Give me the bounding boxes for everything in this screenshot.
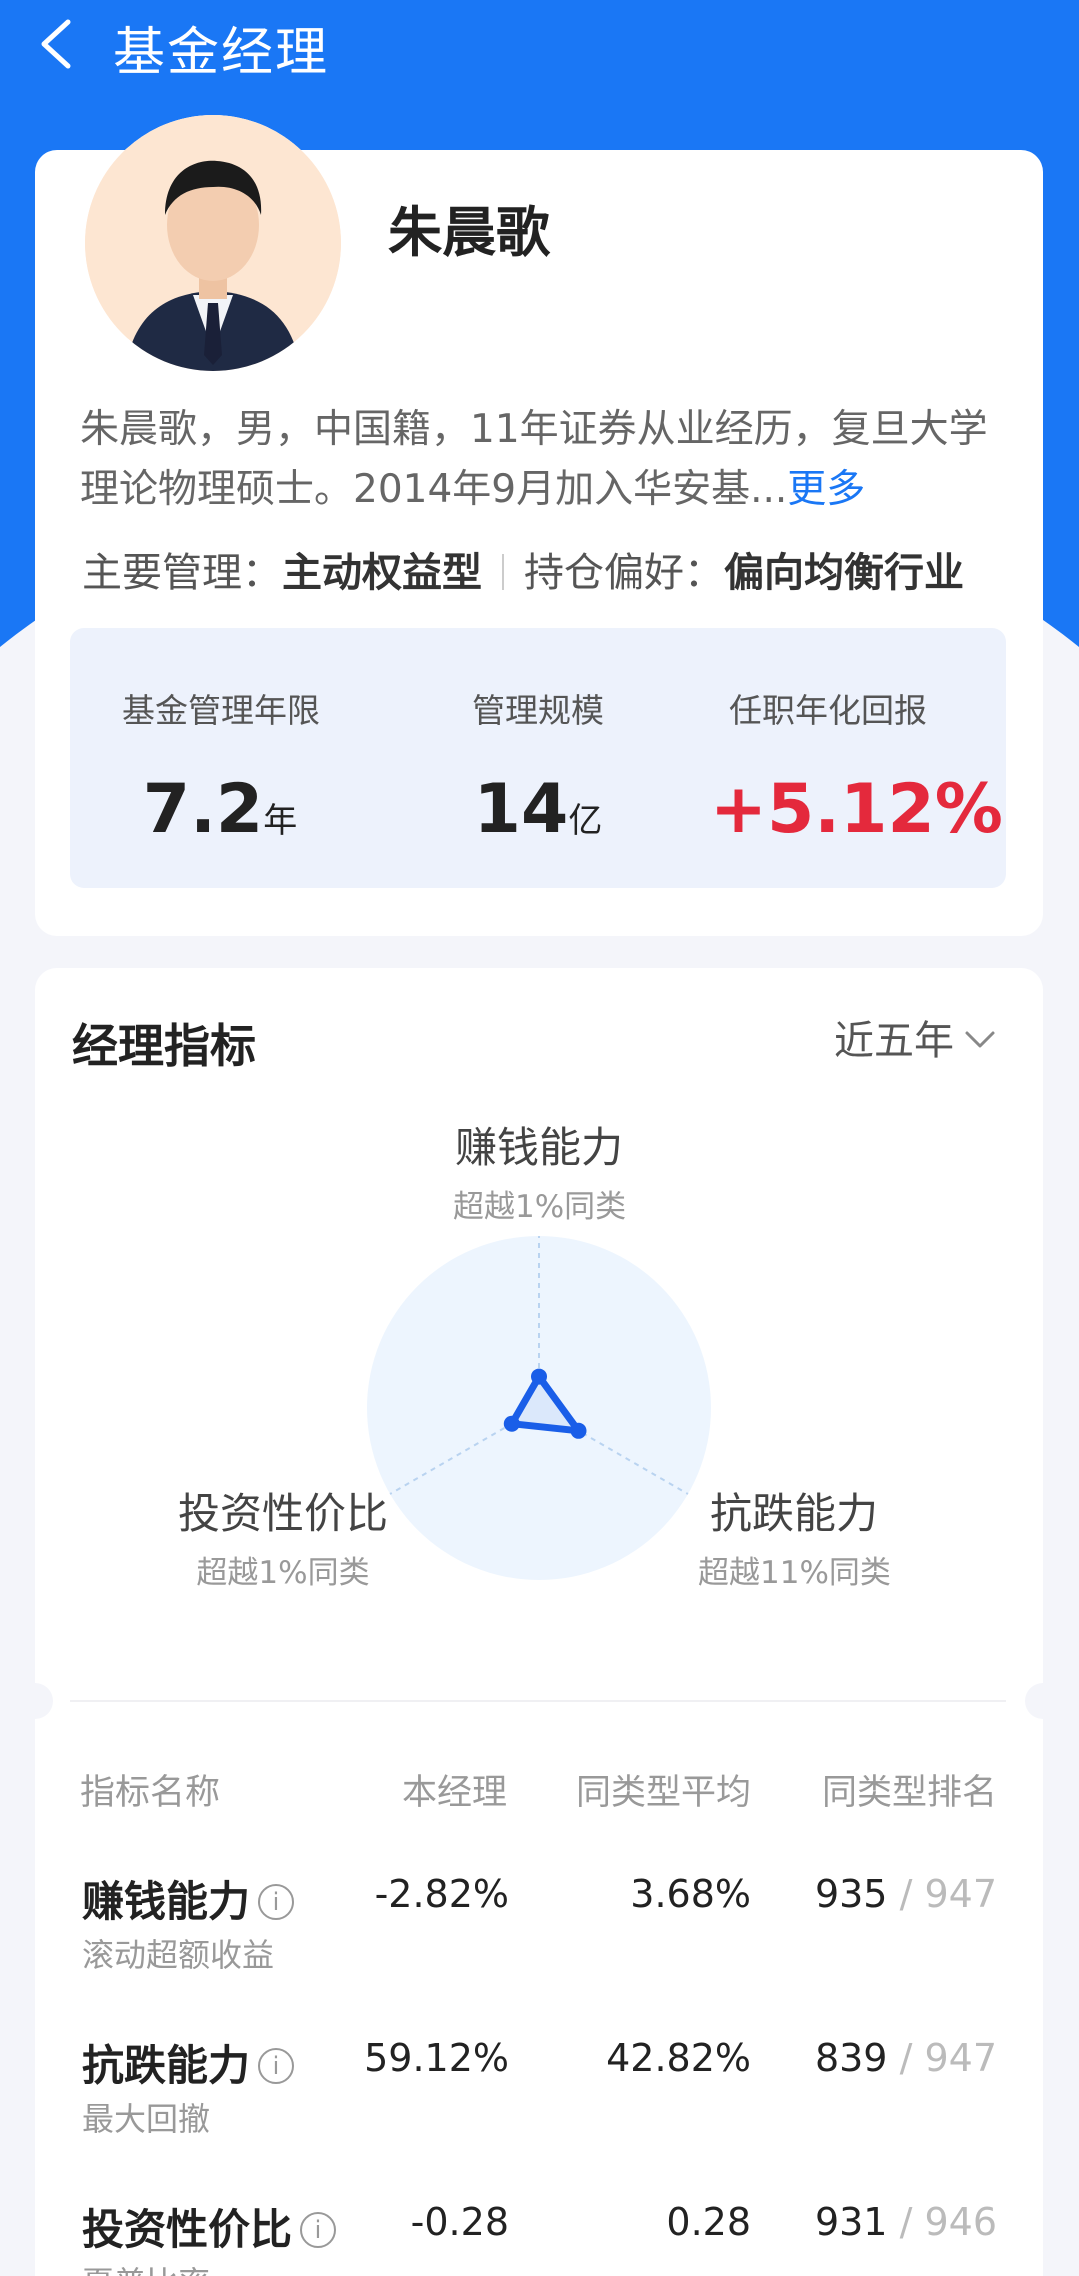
stat-unit: 亿 <box>568 801 603 841</box>
radar-axis-name: 抗跌能力 <box>709 1489 878 1538</box>
manager-photo <box>85 115 341 371</box>
cell-avg: 0.28 <box>666 2200 751 2244</box>
period-dropdown[interactable]: 近五年 <box>834 1008 996 1066</box>
radar-label-value: 投资性价比 超越1%同类 <box>172 1480 394 1592</box>
page-title: 基金经理 <box>113 23 330 83</box>
cell-rank: 839 / 947 <box>815 2036 997 2080</box>
row-title-text: 赚钱能力 <box>82 1877 251 1926</box>
preference-label: 持仓偏好： <box>524 550 724 596</box>
stat-label: 基金管理年限 <box>122 691 320 730</box>
rank-total: / 947 <box>899 1872 997 1916</box>
radar-axis-name: 赚钱能力 <box>454 1123 623 1172</box>
avatar <box>85 115 341 371</box>
row-title-text: 投资性价比 <box>82 2205 293 2254</box>
radar-axis-sub: 超越1%同类 <box>196 1555 370 1591</box>
stat-value: 7.2年 <box>122 770 318 849</box>
period-label: 近五年 <box>834 1018 954 1064</box>
rank-value: 931 <box>814 2200 888 2244</box>
manager-bio: 朱晨歌，男，中国籍，11年证券从业经历，复旦大学理论物理硕士。2014年9月加入… <box>80 400 1020 520</box>
row-title: 投资性价比 i <box>82 2196 337 2257</box>
stat-scale: 管理规模 14亿 <box>468 684 608 849</box>
col-header-rank: 同类型排名 <box>822 1773 998 1813</box>
radar-point <box>503 1415 520 1432</box>
stat-tenure: 基金管理年限 7.2年 <box>122 684 320 849</box>
rank-total: / 947 <box>899 2036 997 2080</box>
rank-total: / 946 <box>899 2200 997 2244</box>
stat-number: +5.12% <box>710 770 1003 849</box>
radar-axis-name: 投资性价比 <box>177 1489 388 1538</box>
main-manage-label: 主要管理： <box>82 550 282 596</box>
stat-number: 7.2 <box>142 770 264 849</box>
stat-label: 任职年化回报 <box>729 691 927 730</box>
card-notch-right <box>1025 1683 1061 1719</box>
stat-unit: 年 <box>263 801 298 841</box>
section-divider <box>70 1700 1006 1702</box>
cell-mine: -0.28 <box>410 2200 509 2244</box>
stat-label: 管理规模 <box>472 691 604 730</box>
row-title: 抗跌能力 i <box>82 2032 295 2093</box>
radar-label-drawdown: 抗跌能力 超越11%同类 <box>698 1480 891 1592</box>
rank-value: 935 <box>814 1872 888 1916</box>
chevron-down-icon <box>965 1031 995 1048</box>
radar-point <box>531 1368 547 1385</box>
preference-value: 偏向均衡行业 <box>724 550 964 596</box>
info-icon[interactable]: i <box>258 1884 295 1920</box>
bio-ellipsis: ... <box>750 467 788 512</box>
indicators-title: 经理指标 <box>72 1019 256 1073</box>
col-header-name: 指标名称 <box>80 1773 221 1813</box>
stat-value: 14亿 <box>468 770 608 849</box>
cell-avg: 3.68% <box>630 1872 751 1916</box>
back-arrow-icon[interactable] <box>34 18 78 70</box>
row-subtitle: 最大回撤 <box>82 2100 211 2138</box>
stats-panel: 基金管理年限 7.2年 管理规模 14亿 任职年化回报 +5.12% <box>70 628 1006 888</box>
radar-point <box>570 1422 587 1439</box>
info-icon[interactable]: i <box>258 2048 295 2084</box>
card-notch-left <box>17 1683 53 1719</box>
cell-avg: 42.82% <box>606 2036 751 2080</box>
row-subtitle: 夏普比率 <box>82 2258 210 2276</box>
cell-rank: 935 / 947 <box>815 1872 997 1916</box>
row-title: 赚钱能力 i <box>82 1868 295 1929</box>
radar-label-profit: 赚钱能力 超越1%同类 <box>453 1114 627 1226</box>
tag-divider <box>502 554 504 590</box>
main-manage-value: 主动权益型 <box>282 550 482 596</box>
stat-annual-return: 任职年化回报 +5.12% <box>710 684 1003 849</box>
col-header-mine: 本经理 <box>402 1773 508 1813</box>
more-link[interactable]: 更多 <box>787 467 865 512</box>
col-header-avg: 同类型平均 <box>576 1773 752 1813</box>
manager-tags: 主要管理：主动权益型 持仓偏好：偏向均衡行业 <box>82 540 964 598</box>
cell-rank: 931 / 946 <box>815 2200 997 2244</box>
manager-name: 朱晨歌 <box>388 201 550 264</box>
row-title-text: 抗跌能力 <box>82 2041 251 2090</box>
cell-mine: -2.82% <box>374 1872 509 1916</box>
info-icon[interactable]: i <box>300 2212 337 2248</box>
row-subtitle: 滚动超额收益 <box>82 1936 275 1974</box>
stat-value: +5.12% <box>710 770 1003 849</box>
rank-value: 839 <box>814 2036 888 2080</box>
stat-number: 14 <box>473 770 569 849</box>
radar-axis-sub: 超越11%同类 <box>698 1555 891 1591</box>
nav-bar: 基金经理 <box>0 0 1079 90</box>
radar-axis-sub: 超越1%同类 <box>453 1189 627 1225</box>
cell-mine: 59.12% <box>364 2036 509 2080</box>
